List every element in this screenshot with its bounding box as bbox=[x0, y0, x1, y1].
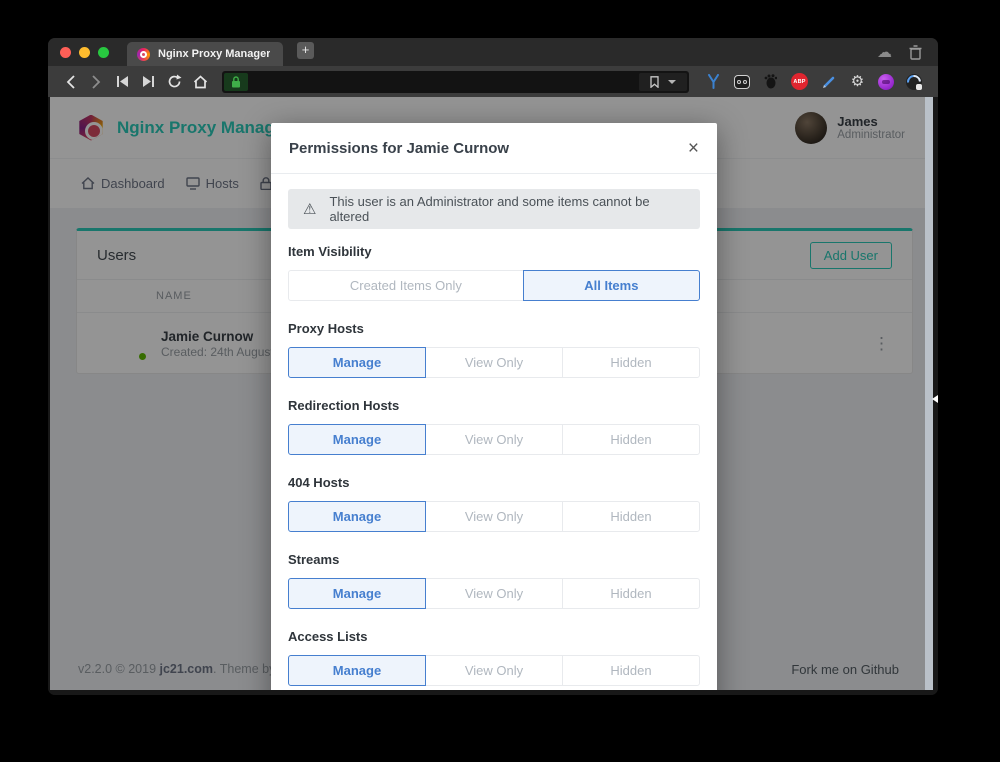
streams-view-only-button[interactable]: View Only bbox=[425, 578, 563, 609]
permissions-modal: Permissions for Jamie Curnow × ⚠ This us… bbox=[271, 123, 717, 690]
item-visibility-label: Item Visibility bbox=[288, 244, 700, 260]
redirection-hosts-view-only-button[interactable]: View Only bbox=[425, 424, 563, 455]
proxy-hosts-view-only-button[interactable]: View Only bbox=[425, 347, 563, 378]
npm-favicon-icon bbox=[137, 48, 150, 61]
new-tab-button[interactable]: + bbox=[297, 42, 314, 59]
browser-tab[interactable]: Nginx Proxy Manager bbox=[127, 42, 283, 66]
goggles-extension-icon[interactable] bbox=[734, 75, 750, 89]
streams-group: Manage View Only Hidden bbox=[288, 578, 700, 609]
chevron-down-icon bbox=[668, 80, 676, 84]
admin-warning-alert: ⚠ This user is an Administrator and some… bbox=[288, 189, 700, 229]
access-lists-view-only-button[interactable]: View Only bbox=[425, 655, 563, 686]
streams-manage-button[interactable]: Manage bbox=[288, 578, 426, 609]
purple-extension-icon[interactable] bbox=[878, 74, 894, 90]
web-page: Nginx Proxy Manager James Administrator … bbox=[50, 97, 933, 690]
proxy-hosts-hidden-button[interactable]: Hidden bbox=[562, 347, 700, 378]
404-hosts-view-only-button[interactable]: View Only bbox=[425, 501, 563, 532]
rewind-button[interactable] bbox=[110, 70, 134, 94]
streams-label: Streams bbox=[288, 552, 700, 568]
404-hosts-label: 404 Hosts bbox=[288, 475, 700, 491]
bookmark-flag-icon bbox=[650, 76, 659, 88]
adblock-plus-icon[interactable]: ABP bbox=[791, 73, 808, 90]
created-items-only-button[interactable]: Created Items Only bbox=[288, 270, 524, 301]
item-visibility-group: Created Items Only All Items bbox=[288, 270, 700, 301]
404-hosts-manage-button[interactable]: Manage bbox=[288, 501, 426, 532]
404-hosts-hidden-button[interactable]: Hidden bbox=[562, 501, 700, 532]
browser-window: Nginx Proxy Manager + ☁ bbox=[48, 38, 938, 695]
proxy-hosts-group: Manage View Only Hidden bbox=[288, 347, 700, 378]
forward-button[interactable] bbox=[84, 70, 108, 94]
all-items-button[interactable]: All Items bbox=[523, 270, 700, 301]
fork-extension-icon[interactable] bbox=[705, 73, 722, 90]
maximize-window-button[interactable] bbox=[98, 47, 109, 58]
settings-gear-icon[interactable]: ⚙ bbox=[849, 73, 866, 90]
home-button[interactable] bbox=[188, 70, 212, 94]
minimize-window-button[interactable] bbox=[79, 47, 90, 58]
access-lists-manage-button[interactable]: Manage bbox=[288, 655, 426, 686]
window-controls bbox=[60, 47, 109, 58]
address-bar[interactable] bbox=[222, 71, 689, 93]
browser-toolbar: ABP ⚙ bbox=[48, 66, 938, 97]
access-lists-label: Access Lists bbox=[288, 629, 700, 645]
extension-icons: ABP ⚙ bbox=[699, 73, 928, 90]
redirection-hosts-group: Manage View Only Hidden bbox=[288, 424, 700, 455]
pen-extension-icon[interactable] bbox=[820, 73, 837, 90]
alert-text: This user is an Administrator and some i… bbox=[329, 194, 685, 224]
sync-cloud-icon[interactable]: ☁ bbox=[877, 45, 892, 60]
fast-forward-button[interactable] bbox=[136, 70, 160, 94]
access-lists-group: Manage View Only Hidden bbox=[288, 655, 700, 686]
bookmarks-button[interactable] bbox=[639, 73, 687, 91]
redirection-hosts-manage-button[interactable]: Manage bbox=[288, 424, 426, 455]
back-button[interactable] bbox=[58, 70, 82, 94]
proxy-hosts-label: Proxy Hosts bbox=[288, 321, 700, 337]
proxy-hosts-manage-button[interactable]: Manage bbox=[288, 347, 426, 378]
close-window-button[interactable] bbox=[60, 47, 71, 58]
reload-button[interactable] bbox=[162, 70, 186, 94]
access-lists-hidden-button[interactable]: Hidden bbox=[562, 655, 700, 686]
modal-title: Permissions for Jamie Curnow bbox=[289, 140, 509, 157]
privacy-lock-extension-icon[interactable] bbox=[906, 74, 922, 90]
browser-tab-bar: Nginx Proxy Manager + ☁ bbox=[48, 38, 938, 66]
panel-toggle-handle[interactable] bbox=[932, 395, 938, 403]
page-scrollbar[interactable] bbox=[925, 97, 933, 690]
redirection-hosts-label: Redirection Hosts bbox=[288, 398, 700, 414]
warning-triangle-icon: ⚠ bbox=[303, 202, 316, 217]
gnome-foot-extension-icon[interactable] bbox=[762, 73, 779, 90]
tab-title: Nginx Proxy Manager bbox=[158, 48, 270, 60]
trash-icon[interactable] bbox=[909, 45, 922, 60]
https-secure-badge[interactable] bbox=[224, 73, 248, 91]
redirection-hosts-hidden-button[interactable]: Hidden bbox=[562, 424, 700, 455]
404-hosts-group: Manage View Only Hidden bbox=[288, 501, 700, 532]
streams-hidden-button[interactable]: Hidden bbox=[562, 578, 700, 609]
close-icon[interactable]: × bbox=[688, 139, 699, 158]
